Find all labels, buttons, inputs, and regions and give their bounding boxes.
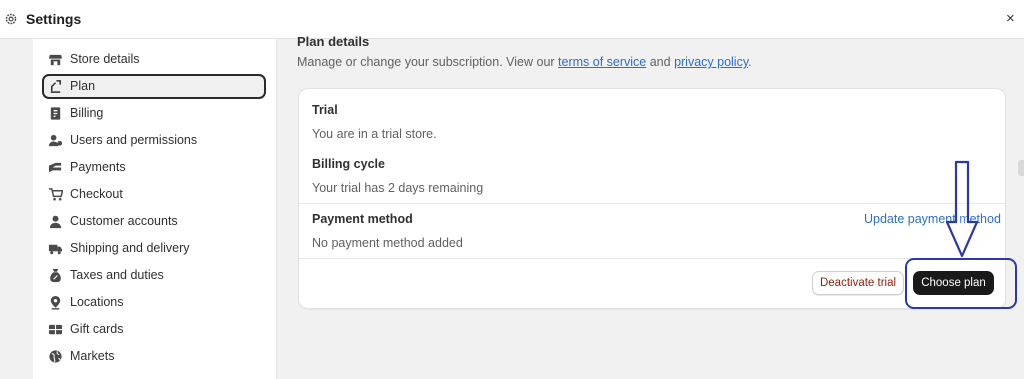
sidebar-item-checkout[interactable]: Checkout bbox=[42, 182, 266, 207]
sidebar-item-plan[interactable]: Plan bbox=[42, 74, 266, 99]
sidebar-item-store-details[interactable]: Store details bbox=[42, 47, 266, 72]
page-title: Settings bbox=[26, 11, 82, 27]
sidebar-item-label: Store details bbox=[70, 52, 140, 66]
payments-icon bbox=[48, 162, 62, 173]
cart-icon bbox=[48, 188, 63, 201]
sidebar-item-label: Payments bbox=[70, 160, 126, 174]
sidebar-item-label: Plan bbox=[70, 79, 96, 93]
terms-of-service-link[interactable]: terms of service bbox=[558, 55, 646, 69]
plan-icon bbox=[50, 80, 61, 93]
plan-details-card: Trial You are in a trial store. Billing … bbox=[298, 88, 1006, 309]
sidebar-item-label: Billing bbox=[70, 106, 104, 120]
tax-icon bbox=[50, 268, 61, 283]
sidebar-item-billing[interactable]: Billing bbox=[42, 101, 266, 126]
trial-text: You are in a trial store. bbox=[312, 127, 437, 141]
deactivate-trial-button[interactable]: Deactivate trial bbox=[812, 271, 904, 295]
billing-cycle-heading: Billing cycle bbox=[312, 157, 385, 171]
sidebar-item-label: Taxes and duties bbox=[70, 268, 164, 282]
privacy-policy-link[interactable]: privacy policy bbox=[674, 55, 748, 69]
sidebar-item-label: Users and permissions bbox=[70, 133, 198, 147]
down-arrow-icon bbox=[945, 160, 979, 258]
sidebar-item-customer-accounts[interactable]: Customer accounts bbox=[42, 209, 266, 234]
users-icon bbox=[48, 134, 63, 147]
sidebar-item-label: Gift cards bbox=[70, 322, 124, 336]
trial-heading: Trial bbox=[312, 103, 338, 117]
settings-header: Settings × bbox=[0, 0, 1024, 39]
billing-cycle-text: Your trial has 2 days remaining bbox=[312, 181, 484, 195]
billing-icon bbox=[50, 107, 61, 120]
divider bbox=[299, 258, 1005, 259]
sidebar-item-markets[interactable]: Markets bbox=[42, 344, 266, 369]
sidebar-item-gift-cards[interactable]: Gift cards bbox=[42, 317, 266, 342]
description-text: Manage or change your subscription. View… bbox=[297, 55, 559, 69]
section-description: Manage or change your subscription. View… bbox=[297, 55, 752, 69]
update-payment-method-link[interactable]: Update payment method bbox=[864, 212, 1001, 226]
payment-method-text: No payment method added bbox=[312, 236, 463, 250]
section-title: Plan details bbox=[297, 34, 370, 49]
location-icon bbox=[50, 295, 61, 310]
sidebar-item-label: Customer accounts bbox=[70, 214, 178, 228]
truck-icon bbox=[48, 244, 63, 255]
sidebar-item-payments[interactable]: Payments bbox=[42, 155, 266, 180]
sidebar-item-label: Locations bbox=[70, 295, 124, 309]
person-icon bbox=[49, 215, 62, 229]
globe-icon bbox=[49, 350, 62, 363]
store-icon bbox=[48, 54, 63, 66]
gift-card-icon bbox=[48, 324, 63, 335]
sidebar-item-taxes-and-duties[interactable]: Taxes and duties bbox=[42, 263, 266, 288]
sidebar-item-label: Shipping and delivery bbox=[70, 241, 190, 255]
sidebar-item-locations[interactable]: Locations bbox=[42, 290, 266, 315]
sidebar-item-shipping-and-delivery[interactable]: Shipping and delivery bbox=[42, 236, 266, 261]
sidebar-item-label: Checkout bbox=[70, 187, 123, 201]
payment-method-heading: Payment method bbox=[312, 212, 413, 226]
sidebar-item-users-and-permissions[interactable]: Users and permissions bbox=[42, 128, 266, 153]
description-text: . bbox=[748, 55, 752, 69]
scroll-edge bbox=[1018, 160, 1024, 176]
sidebar-item-label: Markets bbox=[70, 349, 115, 363]
settings-sidebar: Store details Plan Billing Users and per… bbox=[33, 39, 277, 379]
divider bbox=[299, 203, 1005, 204]
description-text: and bbox=[646, 55, 675, 69]
highlight-box bbox=[905, 258, 1017, 309]
close-icon[interactable]: × bbox=[1006, 10, 1015, 28]
gear-icon bbox=[5, 13, 17, 25]
